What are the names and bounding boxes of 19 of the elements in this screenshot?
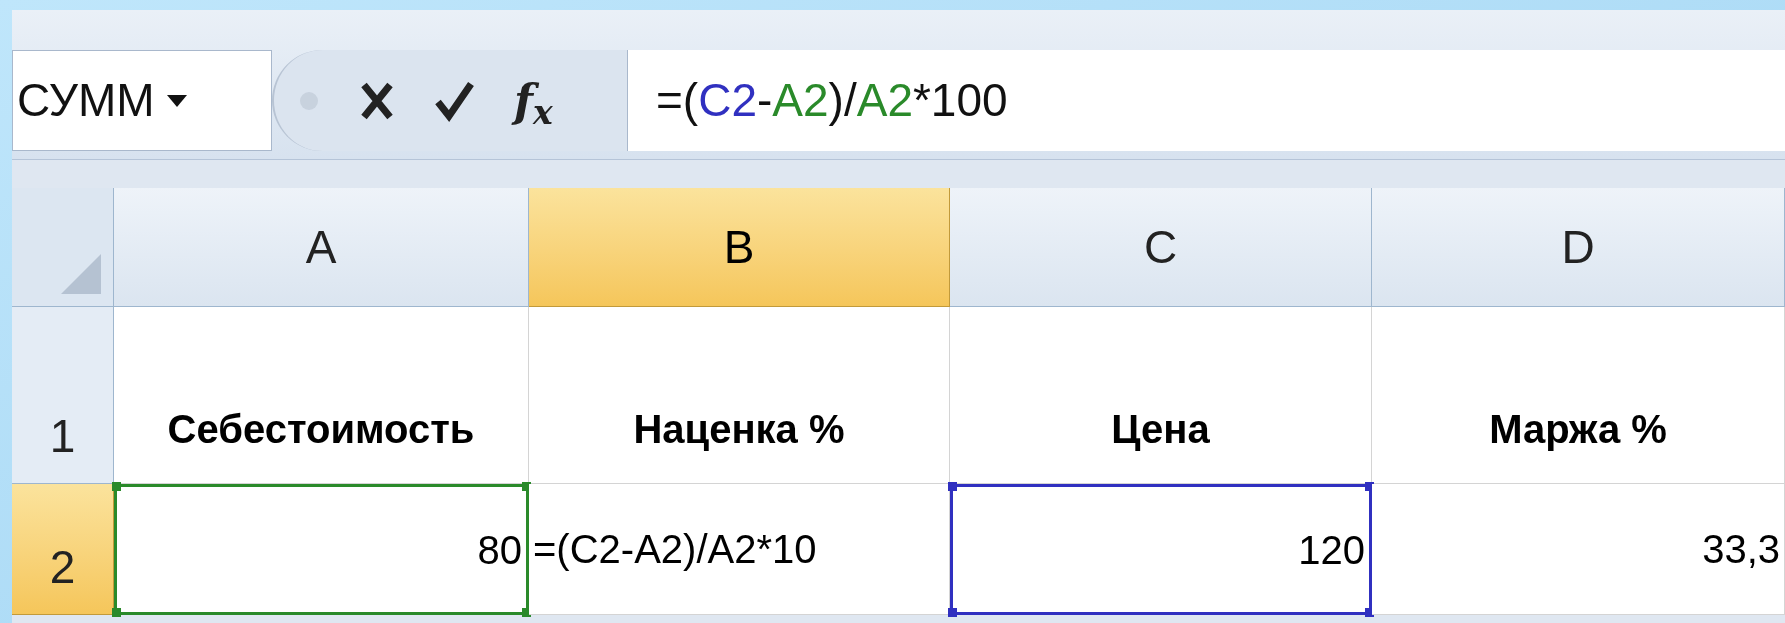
table-cell: Цена [950, 307, 1372, 484]
dropdown-caret-icon[interactable] [166, 94, 187, 107]
table-cell: Наценка % [529, 307, 950, 484]
cancel-icon[interactable] [360, 80, 394, 121]
table-cell: 33,3 [1372, 484, 1785, 615]
table-cell: 80 [114, 484, 529, 615]
table-cell: Себестоимость [114, 307, 529, 484]
row-header[interactable]: 2 [12, 484, 114, 615]
row-header[interactable]: 1 [12, 307, 114, 484]
column-header[interactable]: A [114, 188, 529, 307]
formula-input[interactable]: =(C2-A2)/A2*100 [627, 50, 1785, 151]
table-cell: Маржа % [1372, 307, 1785, 484]
triangle-icon [61, 254, 101, 294]
table-cell: 120 [950, 484, 1372, 615]
column-header[interactable]: B [529, 188, 950, 307]
table-cell: =(C2-A2)/A2*10 [529, 484, 950, 615]
column-header[interactable]: D [1372, 188, 1785, 307]
column-header[interactable]: C [950, 188, 1372, 307]
check-icon[interactable] [434, 79, 474, 122]
